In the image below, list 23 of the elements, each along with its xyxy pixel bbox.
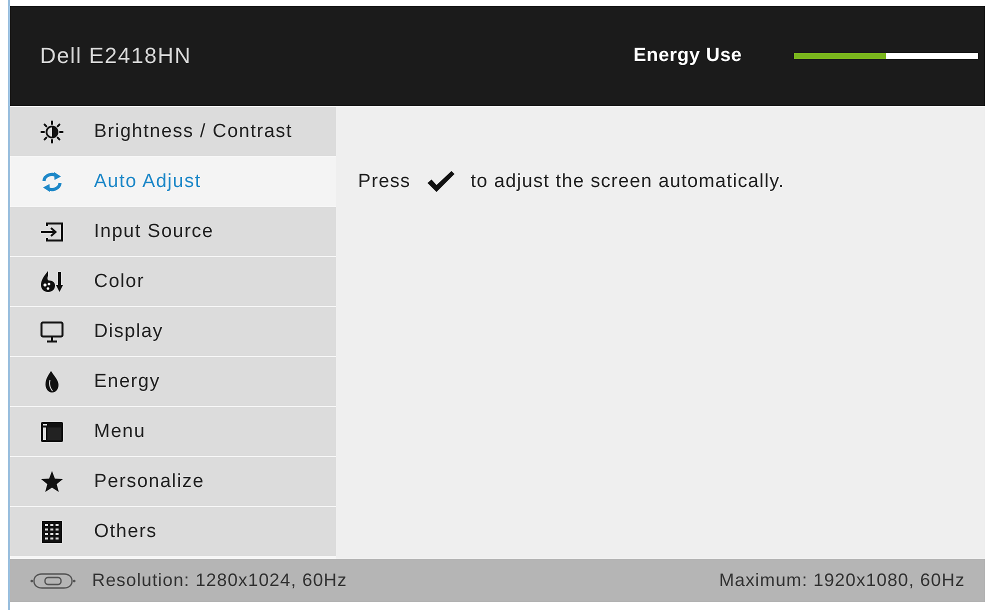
- menu-item[interactable]: Others: [10, 507, 336, 556]
- sun-icon: [40, 120, 64, 144]
- press-text: Press: [358, 171, 411, 193]
- refresh-icon: [40, 170, 64, 194]
- grid-icon: [40, 520, 64, 544]
- menu-item[interactable]: Personalize: [10, 457, 336, 506]
- menu-item[interactable]: Color: [10, 257, 336, 306]
- menu-item[interactable]: Brightness / Contrast: [10, 107, 336, 156]
- resolution-text: Resolution: 1280x1024, 60Hz: [92, 570, 348, 591]
- window-icon: [40, 420, 64, 444]
- monitor-model-title: Dell E2418HN: [40, 43, 192, 69]
- paint-drop-arrow-icon: [40, 270, 64, 294]
- monitor-icon: [40, 320, 64, 344]
- menu-item[interactable]: Input Source: [10, 207, 336, 256]
- menu-item[interactable]: Display: [10, 307, 336, 356]
- input-arrow-icon: [40, 220, 64, 244]
- menu-item[interactable]: Energy: [10, 357, 336, 406]
- instruction-text: to adjust the screen automatically.: [470, 171, 784, 193]
- star-icon: [40, 470, 64, 494]
- menu-item[interactable]: Menu: [10, 407, 336, 456]
- connector-icon: [30, 572, 76, 590]
- energy-use-label: Energy Use: [633, 45, 742, 67]
- maximum-resolution-text: Maximum: 1920x1080, 60Hz: [719, 570, 965, 591]
